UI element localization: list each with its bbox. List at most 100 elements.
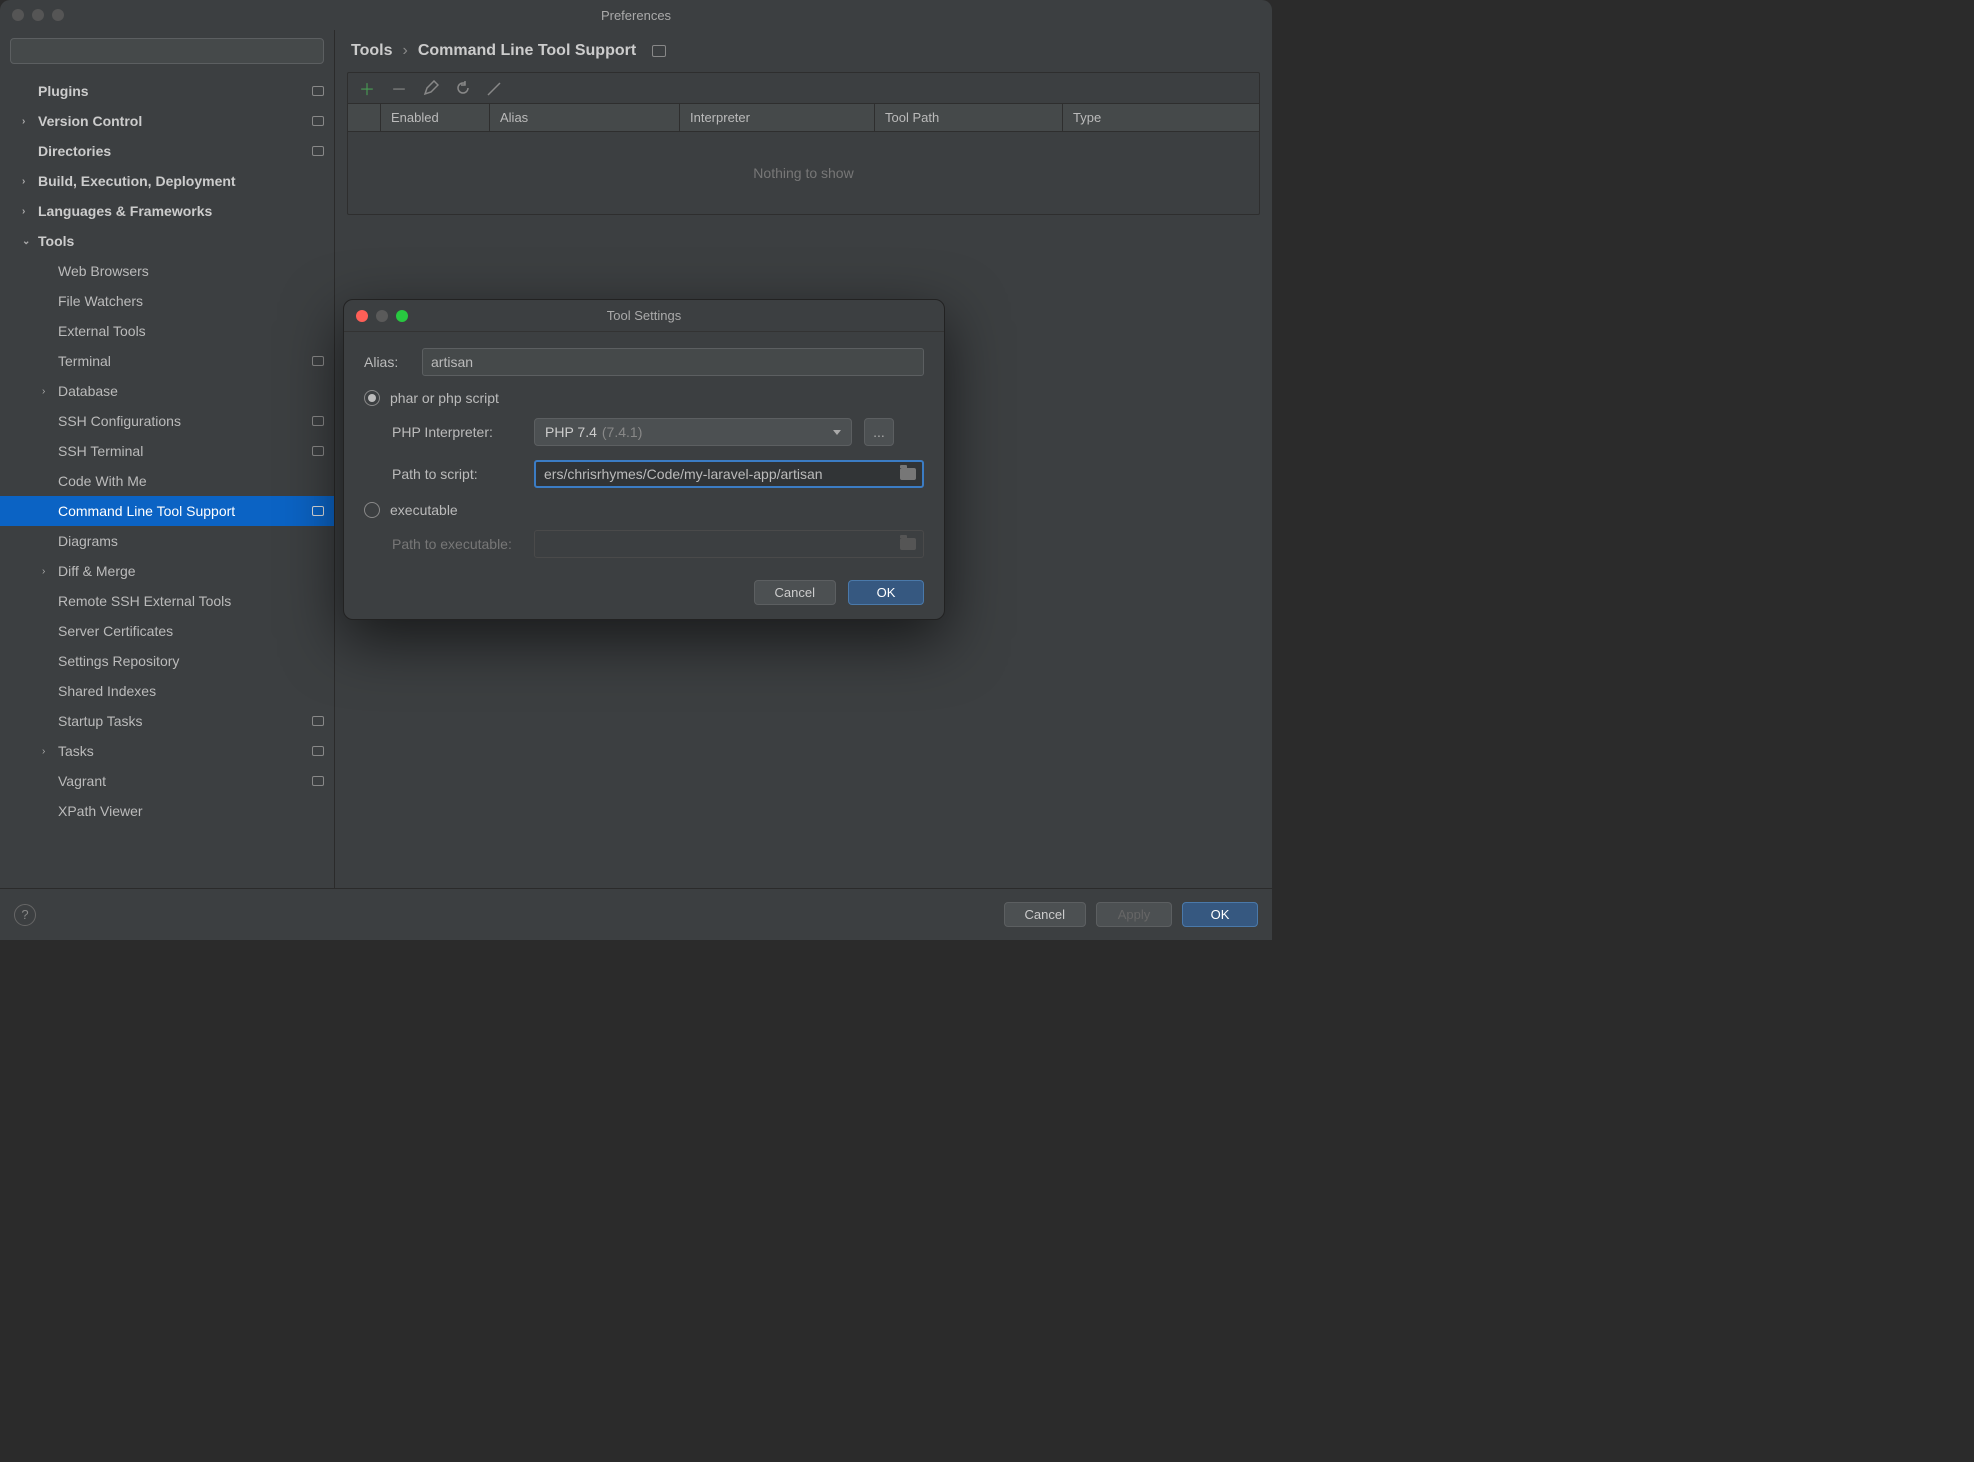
radio-phar-label: phar or php script	[390, 390, 499, 406]
edit-button[interactable]	[422, 79, 440, 97]
chevron-icon: ›	[42, 566, 45, 577]
sidebar-item-tools[interactable]: ⌄Tools	[0, 226, 334, 256]
apply-button[interactable]: Apply	[1096, 902, 1172, 927]
script-path-input[interactable]	[534, 460, 924, 488]
sidebar-item-server-certificates[interactable]: Server Certificates	[0, 616, 334, 646]
th-type[interactable]: Type	[1063, 104, 1259, 131]
minimize-window-icon[interactable]	[32, 9, 44, 21]
sidebar-item-command-line-tool-support[interactable]: Command Line Tool Support	[0, 496, 334, 526]
add-button[interactable]: ＋	[358, 79, 376, 97]
sidebar-item-settings-repository[interactable]: Settings Repository	[0, 646, 334, 676]
alias-label: Alias:	[364, 354, 410, 370]
sidebar-item-xpath-viewer[interactable]: XPath Viewer	[0, 796, 334, 826]
radio-executable[interactable]	[364, 502, 380, 518]
sidebar-item-external-tools[interactable]: External Tools	[0, 316, 334, 346]
table-empty-text: Nothing to show	[348, 132, 1259, 214]
scope-badge-icon	[312, 416, 324, 426]
folder-icon[interactable]	[900, 468, 916, 480]
interpreter-label: PHP Interpreter:	[392, 424, 522, 440]
sidebar-item-label: External Tools	[58, 323, 146, 339]
preferences-sidebar: Q▾ Plugins›Version ControlDirectories›Bu…	[0, 30, 335, 888]
scope-badge-icon	[312, 446, 324, 456]
chevron-right-icon: ›	[402, 42, 407, 60]
breadcrumb-current: Command Line Tool Support	[418, 42, 636, 60]
th-interpreter[interactable]: Interpreter	[680, 104, 875, 131]
chevron-icon: ›	[22, 176, 25, 187]
sidebar-item-label: Shared Indexes	[58, 683, 156, 699]
preferences-tree: Plugins›Version Control Directories › Build…	[0, 72, 334, 888]
scope-badge-icon	[312, 146, 324, 156]
sidebar-item-plugins[interactable]: Plugins	[0, 76, 334, 106]
scope-badge-icon	[312, 776, 324, 786]
radio-executable-row[interactable]: executable	[364, 502, 924, 518]
sidebar-item-label: Settings Repository	[58, 653, 179, 669]
dialog-cancel-button[interactable]: Cancel	[754, 580, 836, 605]
sidebar-item-diff-merge[interactable]: › Diff & Merge	[0, 556, 334, 586]
sidebar-item-label: Vagrant	[58, 773, 106, 789]
sidebar-item-label: Diff & Merge	[58, 563, 136, 579]
alias-input[interactable]	[422, 348, 924, 376]
scope-badge-icon	[312, 356, 324, 366]
interpreter-select[interactable]: PHP 7.4 (7.4.1)	[534, 418, 852, 446]
tool-settings-dialog: Tool Settings Alias: phar or php script …	[343, 299, 945, 620]
help-button[interactable]: ?	[14, 904, 36, 926]
sidebar-item-build-execution-deployment[interactable]: › Build, Execution, Deployment	[0, 166, 334, 196]
sidebar-item-languages-frameworks[interactable]: ›Languages & Frameworks	[0, 196, 334, 226]
cancel-button[interactable]: Cancel	[1004, 902, 1086, 927]
interpreter-more-button[interactable]: ...	[864, 418, 894, 446]
tools-table-panel: ＋ － Enabled Alias Interpreter Tool Path …	[347, 72, 1260, 215]
chevron-icon: ⌄	[22, 236, 30, 247]
scope-badge-icon	[652, 45, 666, 57]
sidebar-item-label: Build, Execution, Deployment	[38, 173, 236, 189]
sidebar-item-database[interactable]: ›Database	[0, 376, 334, 406]
sidebar-item-directories[interactable]: Directories	[0, 136, 334, 166]
th-tool-path[interactable]: Tool Path	[875, 104, 1063, 131]
sidebar-item-label: Remote SSH External Tools	[58, 593, 231, 609]
sidebar-item-label: Directories	[38, 143, 111, 159]
sidebar-item-ssh-terminal[interactable]: SSH Terminal	[0, 436, 334, 466]
sidebar-item-vagrant[interactable]: Vagrant	[0, 766, 334, 796]
sidebar-item-shared-indexes[interactable]: Shared Indexes	[0, 676, 334, 706]
sidebar-item-web-browsers[interactable]: Web Browsers	[0, 256, 334, 286]
search-input[interactable]	[10, 38, 324, 64]
sidebar-item-remote-ssh-external-tools[interactable]: Remote SSH External Tools	[0, 586, 334, 616]
ok-button[interactable]: OK	[1182, 902, 1258, 927]
chevron-icon: ›	[42, 386, 45, 397]
interpreter-version: (7.4.1)	[602, 424, 642, 440]
executable-path-label: Path to executable:	[392, 536, 522, 552]
sidebar-item-version-control[interactable]: ›Version Control	[0, 106, 334, 136]
breadcrumb-root[interactable]: Tools	[351, 42, 392, 60]
scope-badge-icon	[312, 746, 324, 756]
remove-button[interactable]: －	[390, 79, 408, 97]
radio-phar-row[interactable]: phar or php script	[364, 390, 924, 406]
chevron-down-icon	[833, 430, 841, 435]
sidebar-item-label: Tasks	[58, 743, 94, 759]
maximize-dialog-icon[interactable]	[396, 310, 408, 322]
sidebar-item-label: File Watchers	[58, 293, 143, 309]
radio-phar[interactable]	[364, 390, 380, 406]
sidebar-item-label: Server Certificates	[58, 623, 173, 639]
traffic-lights	[12, 9, 64, 21]
sidebar-item-tasks[interactable]: › Tasks	[0, 736, 334, 766]
reload-button[interactable]	[454, 79, 472, 97]
breadcrumb: Tools › Command Line Tool Support	[347, 40, 1260, 72]
sidebar-item-ssh-configurations[interactable]: SSH Configurations	[0, 406, 334, 436]
sidebar-item-diagrams[interactable]: Diagrams	[0, 526, 334, 556]
sidebar-item-startup-tasks[interactable]: Startup Tasks	[0, 706, 334, 736]
close-dialog-icon[interactable]	[356, 310, 368, 322]
highlight-button[interactable]	[486, 79, 504, 97]
sidebar-item-label: Diagrams	[58, 533, 118, 549]
sidebar-item-file-watchers[interactable]: File Watchers	[0, 286, 334, 316]
table-header: Enabled Alias Interpreter Tool Path Type	[348, 104, 1259, 132]
maximize-window-icon[interactable]	[52, 9, 64, 21]
sidebar-item-label: Languages & Frameworks	[38, 203, 212, 219]
preferences-footer: ? Cancel Apply OK	[0, 888, 1272, 940]
chevron-icon: ›	[42, 746, 45, 757]
th-alias[interactable]: Alias	[490, 104, 680, 131]
th-enabled[interactable]: Enabled	[380, 104, 490, 131]
close-window-icon[interactable]	[12, 9, 24, 21]
dialog-ok-button[interactable]: OK	[848, 580, 924, 605]
sidebar-item-code-with-me[interactable]: Code With Me	[0, 466, 334, 496]
sidebar-item-terminal[interactable]: Terminal	[0, 346, 334, 376]
sidebar-item-label: Startup Tasks	[58, 713, 143, 729]
